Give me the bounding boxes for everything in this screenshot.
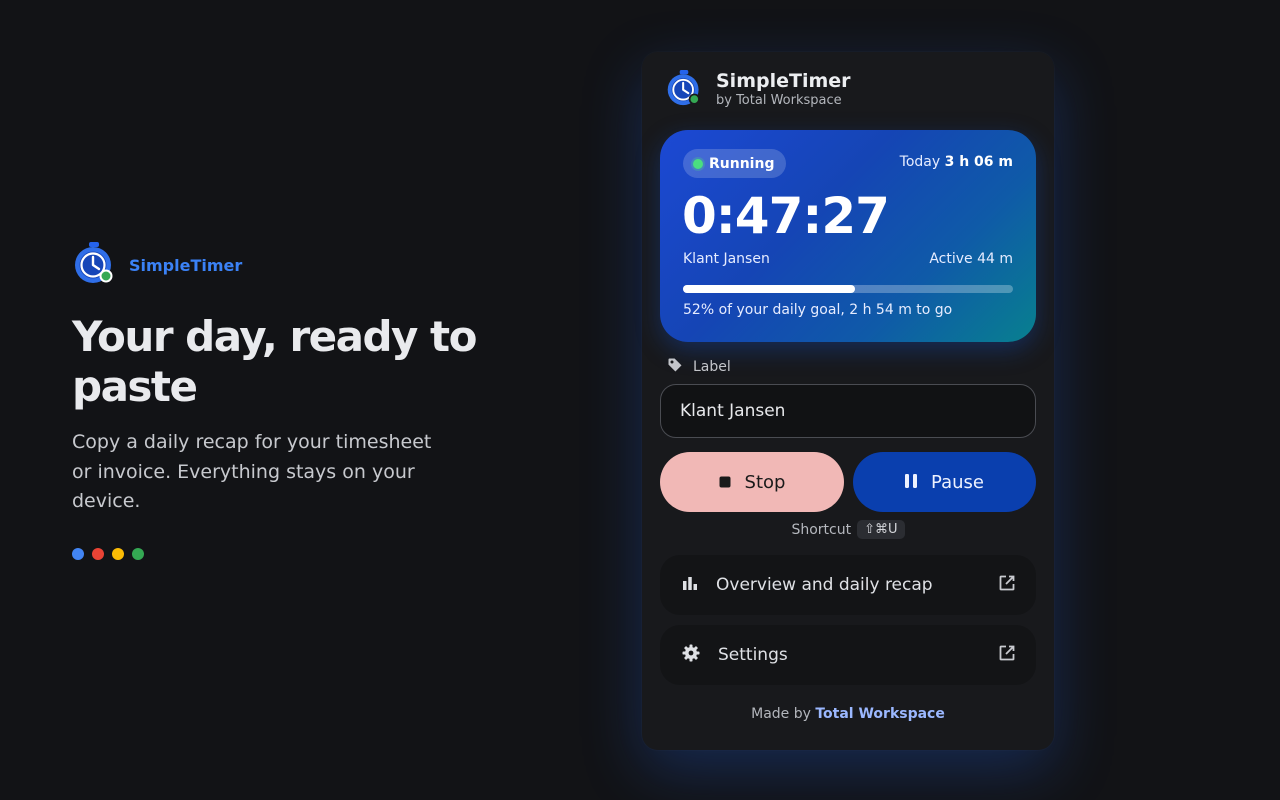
footer: Made by Total Workspace (642, 706, 1054, 722)
today-total: Today 3 h 06 m (900, 154, 1013, 170)
external-link-icon (998, 644, 1016, 667)
pause-icon (905, 472, 918, 493)
stop-button[interactable]: Stop (660, 452, 844, 512)
goal-text: 52% of your daily goal, 2 h 54 m to go (683, 302, 953, 318)
blue-dot (72, 548, 84, 560)
today-value: 3 h 06 m (944, 154, 1013, 170)
status-text: Running (709, 155, 775, 172)
gear-icon (682, 644, 700, 667)
brand-name: SimpleTimer (129, 255, 243, 275)
stopwatch-logo-icon (73, 241, 115, 289)
client-name: Klant Jansen (683, 251, 770, 267)
running-indicator-icon (693, 158, 703, 169)
app-title: SimpleTimer (716, 70, 851, 92)
timer-popup: SimpleTimer by Total Workspace Running T… (642, 52, 1054, 750)
shortcut-label: Shortcut (791, 521, 852, 538)
label-input[interactable] (660, 384, 1036, 438)
stopwatch-logo-icon (666, 69, 702, 111)
popup-header: SimpleTimer by Total Workspace (666, 69, 851, 111)
keyboard-shortcut: Shortcut ⇧⌘U (642, 520, 1054, 539)
pause-button[interactable]: Pause (853, 452, 1036, 512)
overview-label: Overview and daily recap (716, 575, 933, 595)
pause-label: Pause (931, 471, 984, 493)
goal-progress-bar (683, 285, 1013, 293)
overview-link[interactable]: Overview and daily recap (660, 555, 1036, 615)
red-dot (92, 548, 104, 560)
status-badge: Running (683, 149, 787, 178)
goal-progress-fill (683, 285, 855, 293)
timer-card: Running Today 3 h 06 m 0:47:27 Klant Jan… (660, 130, 1036, 342)
footer-link[interactable]: Total Workspace (815, 706, 945, 722)
today-label: Today (899, 154, 941, 170)
active-time: Active 44 m (929, 251, 1013, 267)
tag-icon (667, 357, 683, 377)
app-subtitle: by Total Workspace (716, 93, 842, 108)
yellow-dot (112, 548, 124, 560)
marketing-brand: SimpleTimer (73, 241, 242, 289)
label-heading: Label (667, 357, 731, 377)
hero-headline: Your day, ready to paste (72, 312, 478, 411)
external-link-icon (998, 574, 1016, 597)
color-dots (72, 548, 144, 560)
stop-icon (719, 472, 731, 493)
stop-label: Stop (744, 471, 786, 493)
footer-prefix: Made by (751, 706, 811, 722)
shortcut-keys: ⇧⌘U (857, 520, 905, 539)
green-dot (132, 548, 144, 560)
popup-title-block: SimpleTimer by Total Workspace (716, 70, 851, 110)
hero-subtext: Copy a daily recap for your timesheet or… (72, 431, 432, 512)
settings-label: Settings (718, 645, 788, 665)
label-caption: Label (693, 359, 731, 375)
settings-link[interactable]: Settings (660, 625, 1036, 685)
bar-chart-icon (682, 575, 698, 596)
elapsed-time: 0:47:27 (682, 187, 890, 245)
